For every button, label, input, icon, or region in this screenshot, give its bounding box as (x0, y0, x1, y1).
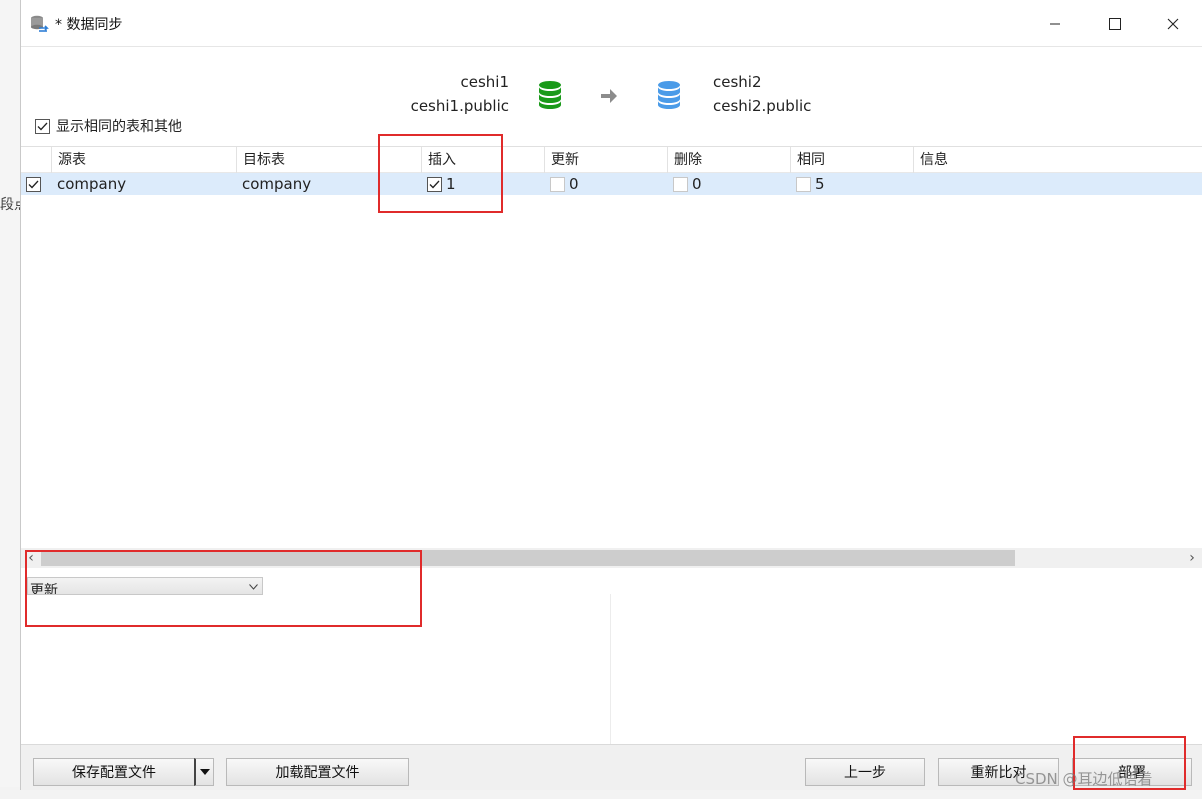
header-same[interactable]: 相同 (790, 147, 913, 173)
update-checkbox[interactable] (550, 176, 565, 192)
source-database-icon (539, 81, 561, 109)
target-connection-info: ceshi2 ceshi2.public (713, 70, 913, 130)
show-same-label: 显示相同的表和其他 (56, 119, 182, 135)
save-config-dropdown-button[interactable] (194, 758, 214, 786)
header-select-column (21, 147, 51, 173)
background-text-fragment: 段点 (0, 197, 20, 213)
source-table-cell: company (57, 175, 127, 193)
header-delete[interactable]: 删除 (667, 147, 790, 173)
csdn-watermark: CSDN @耳边低语着 (1015, 770, 1153, 788)
info-cell (913, 173, 1202, 195)
same-cell: 5 (790, 173, 913, 195)
annotation-box-select (25, 550, 422, 627)
show-same-checkbox[interactable] (35, 118, 50, 134)
delete-checkbox[interactable] (673, 176, 688, 192)
delete-count: 0 (692, 175, 702, 193)
header-source-table[interactable]: 源表 (51, 147, 236, 173)
update-cell: 0 (544, 173, 667, 195)
data-sync-window: * 数据同步 ceshi1 ceshi1.public ceshi2 ceshi… (20, 0, 1202, 790)
panel-divider[interactable] (610, 594, 611, 744)
minimize-icon (1050, 23, 1060, 24)
table-row[interactable]: company company 1 0 0 5 (21, 173, 1202, 195)
save-config-button[interactable]: 保存配置文件 (33, 758, 195, 786)
header-update[interactable]: 更新 (544, 147, 667, 173)
checkmark-icon (28, 180, 39, 188)
maximize-icon (1109, 17, 1121, 30)
delete-cell: 0 (667, 173, 790, 195)
chevron-right-icon: › (1189, 550, 1195, 566)
maximize-button[interactable] (1085, 0, 1145, 47)
row-select-checkbox[interactable] (26, 176, 41, 192)
header-info[interactable]: 信息 (913, 147, 1202, 173)
grid-header: 源表 目标表 插入 更新 删除 相同 信息 (21, 147, 1202, 173)
dropdown-arrow-icon (199, 769, 210, 775)
source-connection-name: ceshi1 (460, 73, 509, 91)
background-left-strip: 段点 (0, 0, 20, 799)
close-icon (1167, 18, 1179, 29)
title-bar[interactable]: * 数据同步 (21, 0, 1202, 47)
scroll-right-button[interactable]: › (1183, 548, 1201, 568)
row-select-cell (21, 173, 51, 195)
update-count: 0 (569, 175, 579, 193)
close-button[interactable] (1143, 0, 1202, 47)
annotation-box-insert (378, 134, 503, 213)
source-schema-name: ceshi1.public (410, 97, 509, 115)
minimize-button[interactable] (1025, 0, 1085, 47)
target-schema-name: ceshi2.public (713, 97, 812, 115)
comparison-grid: 源表 目标表 插入 更新 删除 相同 信息 company company 1 (21, 146, 1202, 548)
target-connection-name: ceshi2 (713, 73, 762, 91)
checkmark-icon (37, 122, 48, 130)
show-same-option[interactable]: 显示相同的表和其他 (35, 116, 182, 136)
load-config-button[interactable]: 加载配置文件 (226, 758, 409, 786)
previous-step-button[interactable]: 上一步 (805, 758, 925, 786)
window-title: * 数据同步 (55, 17, 123, 33)
same-checkbox[interactable] (796, 176, 811, 192)
target-database-icon (658, 81, 680, 109)
same-count: 5 (815, 175, 825, 193)
data-sync-app-icon (31, 15, 49, 32)
source-connection-info: ceshi1 ceshi1.public (351, 70, 509, 130)
sync-direction-arrow-icon (601, 89, 617, 103)
